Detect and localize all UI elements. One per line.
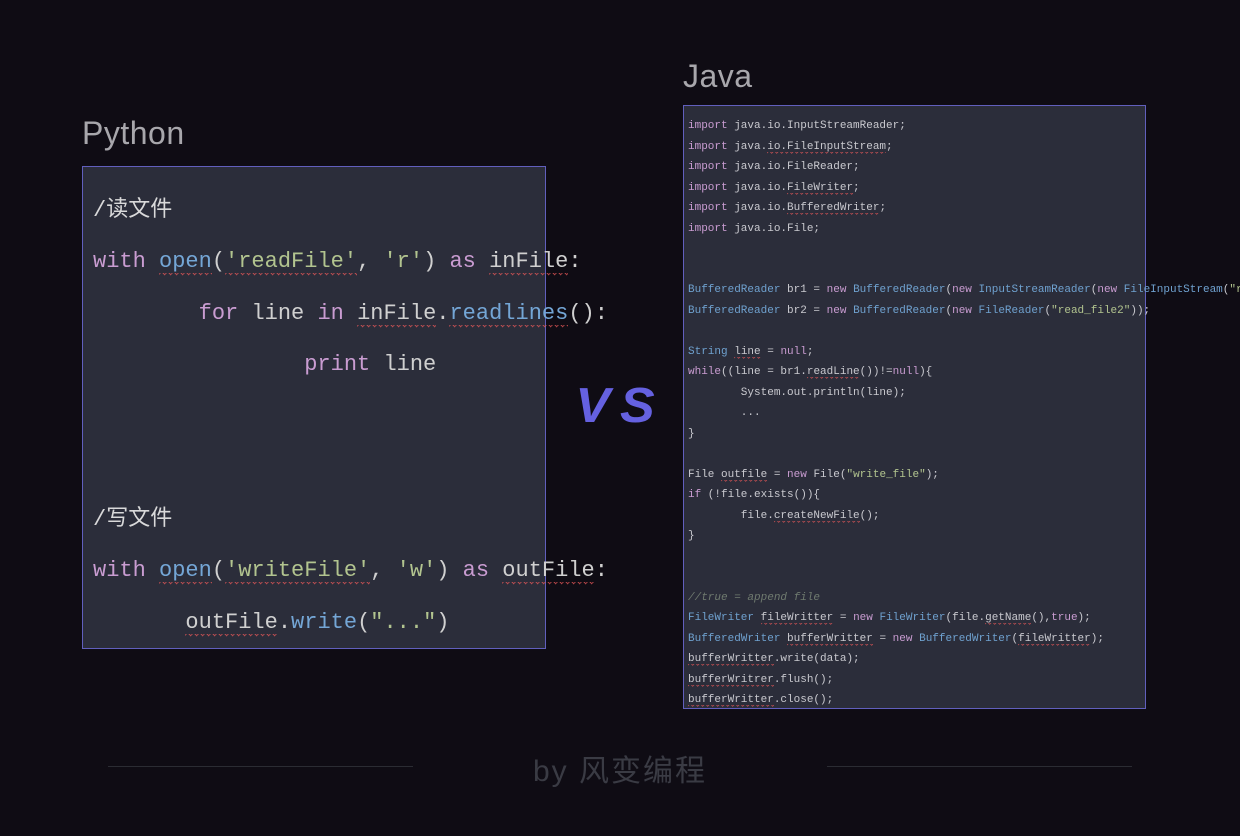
jv-import-2: import java.io.FileInputStream; (688, 137, 1139, 158)
jv-comment: //true = append file (688, 588, 1139, 609)
jv-if: if (!file.exists()){ (688, 485, 1139, 506)
jv-close: bufferWritter.close(); (688, 690, 1139, 711)
jv-br2: BufferedReader br2 = new BufferedReader(… (688, 301, 1139, 322)
jv-blank-b (688, 260, 1139, 281)
jv-while-body: System.out.println(line); (688, 383, 1139, 404)
jv-blank-e (688, 547, 1139, 568)
jv-bufferedwriter: BufferedWriter bufferWritter = new Buffe… (688, 629, 1139, 650)
jv-blank-f (688, 567, 1139, 588)
py-comment-read: /读文件 (93, 185, 537, 236)
jv-filewriter: FileWriter fileWritter = new FileWriter(… (688, 608, 1139, 629)
jv-import-1: import java.io.InputStreamReader; (688, 116, 1139, 137)
py-line-write: outFile.write("...") (93, 597, 537, 648)
jv-import-5: import java.io.BufferedWriter; (688, 198, 1139, 219)
jv-while-close: } (688, 424, 1139, 445)
jv-import-3: import java.io.FileReader; (688, 157, 1139, 178)
py-line-open-read: with open('readFile', 'r') as inFile: (93, 236, 537, 287)
py-comment-write: /写文件 (93, 494, 537, 545)
java-title: Java (683, 58, 753, 95)
credit-label: by 风变编程 (533, 746, 707, 790)
java-code-box: import java.io.InputStreamReader; import… (683, 105, 1146, 709)
jv-string-line: String line = null; (688, 342, 1139, 363)
python-title: Python (82, 115, 185, 152)
jv-flush: bufferWritrer.flush(); (688, 670, 1139, 691)
py-blank-2 (93, 442, 537, 493)
jv-while: while((line = br1.readLine())!=null){ (688, 362, 1139, 383)
jv-if-close: } (688, 526, 1139, 547)
py-line-open-write: with open('writeFile', 'w') as outFile: (93, 545, 537, 596)
jv-blank-d (688, 444, 1139, 465)
py-blank-1 (93, 391, 537, 442)
jv-import-4: import java.io.FileWriter; (688, 178, 1139, 199)
divider-right (827, 766, 1132, 767)
jv-file: File outfile = new File("write_file"); (688, 465, 1139, 486)
py-line-for: for line in inFile.readlines(): (93, 288, 537, 339)
jv-if-body: file.createNewFile(); (688, 506, 1139, 527)
py-line-print: print line (93, 339, 537, 390)
divider-left (108, 766, 413, 767)
jv-import-6: import java.io.File; (688, 219, 1139, 240)
vs-label: VS (575, 378, 664, 435)
jv-blank-c (688, 321, 1139, 342)
jv-write: bufferWritter.write(data); (688, 649, 1139, 670)
jv-blank-a (688, 239, 1139, 260)
jv-br1: BufferedReader br1 = new BufferedReader(… (688, 280, 1139, 301)
python-code-box: /读文件 with open('readFile', 'r') as inFil… (82, 166, 546, 649)
jv-while-dots: ... (688, 403, 1139, 424)
